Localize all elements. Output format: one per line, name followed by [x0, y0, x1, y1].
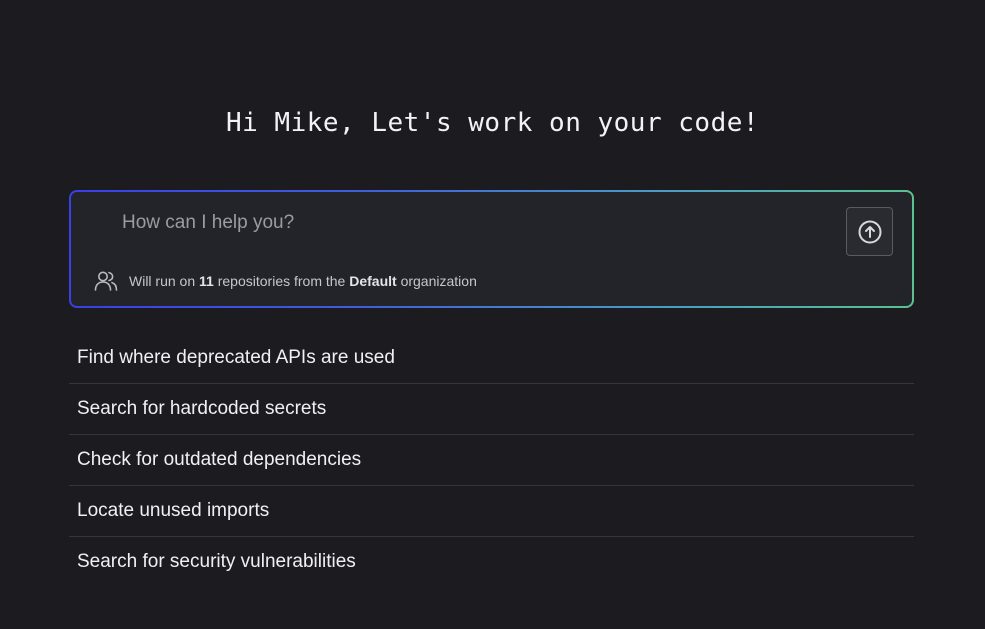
scope-middle: repositories from the: [213, 273, 350, 289]
arrow-up-circle-icon: [857, 219, 883, 245]
prompt-box: Will run on 11 repositories from the Def…: [71, 192, 912, 306]
suggestion-item[interactable]: Search for security vulnerabilities: [69, 537, 914, 587]
send-button[interactable]: [846, 207, 893, 256]
suggestion-item[interactable]: Find where deprecated APIs are used: [69, 333, 914, 384]
organization-name: Default: [349, 273, 397, 289]
prompt-input[interactable]: [122, 209, 822, 237]
scope-prefix: Will run on: [129, 273, 200, 289]
prompt-container: Will run on 11 repositories from the Def…: [69, 190, 914, 308]
suggestion-item[interactable]: Search for hardcoded secrets: [69, 384, 914, 435]
scope-suffix: organization: [396, 273, 477, 289]
greeting-heading: Hi Mike, Let's work on your code!: [225, 108, 760, 138]
repository-scope: Will run on 11 repositories from the Def…: [93, 268, 477, 294]
suggestion-item[interactable]: Locate unused imports: [69, 486, 914, 537]
suggestion-item[interactable]: Check for outdated dependencies: [69, 435, 914, 486]
repository-scope-text: Will run on 11 repositories from the Def…: [129, 273, 477, 289]
repo-count: 11: [199, 273, 214, 289]
suggestion-list: Find where deprecated APIs are used Sear…: [69, 333, 914, 587]
users-icon: [93, 268, 119, 294]
